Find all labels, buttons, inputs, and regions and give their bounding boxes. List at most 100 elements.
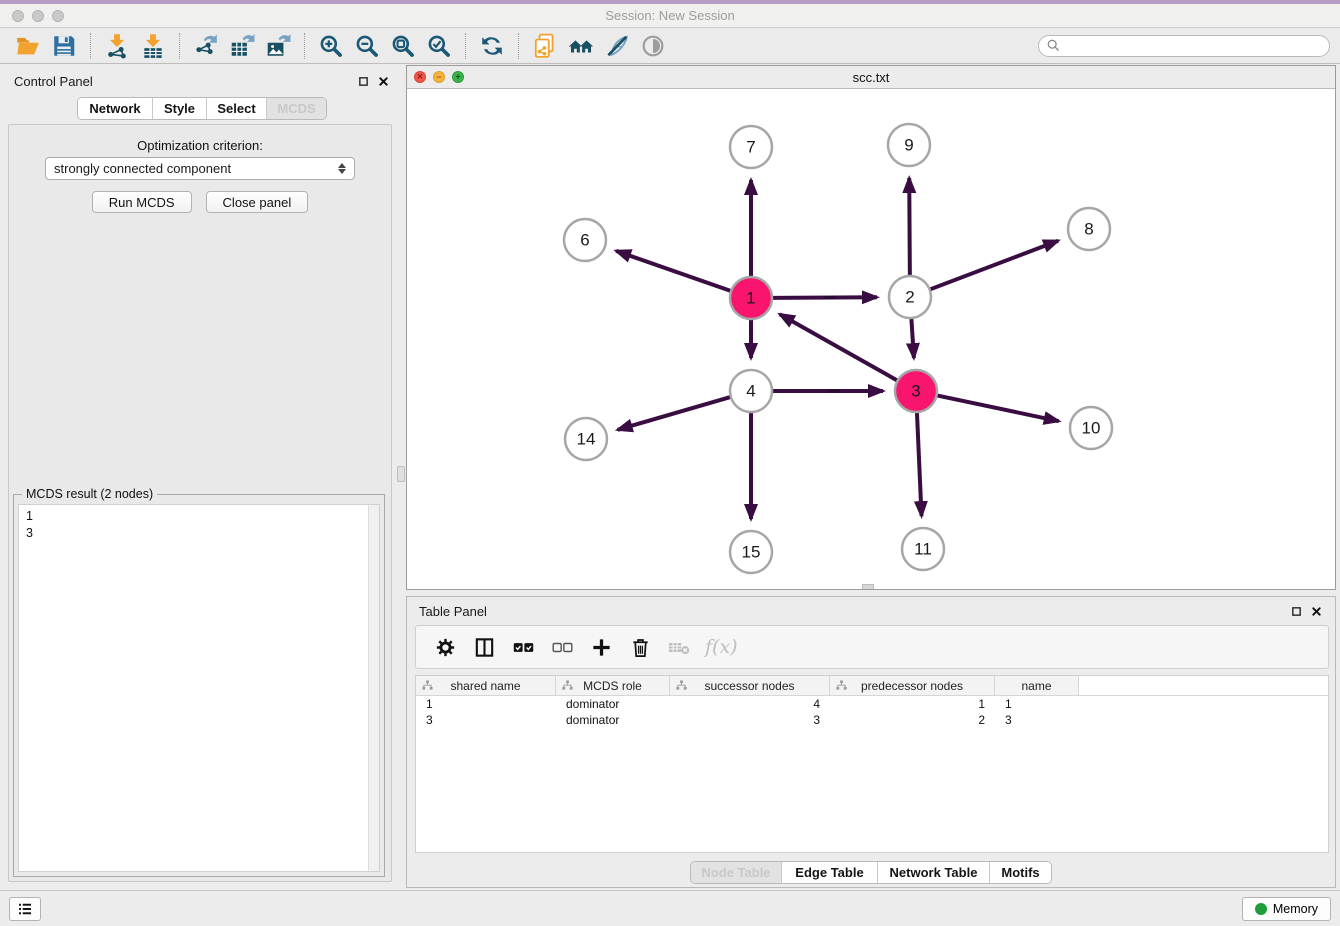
graph-edge-1-6[interactable] xyxy=(616,251,730,291)
column-header-MCDS-role[interactable]: MCDS role xyxy=(556,676,670,695)
tab-node-table[interactable]: Node Table xyxy=(691,862,781,883)
hide-details-icon xyxy=(604,33,630,59)
zoom-out-button[interactable] xyxy=(349,31,385,61)
tab-edge-table[interactable]: Edge Table xyxy=(781,862,877,883)
tab-select[interactable]: Select xyxy=(206,98,266,119)
toolbar-separator xyxy=(518,33,519,59)
search-input[interactable] xyxy=(1065,38,1321,54)
column-header-shared-name[interactable]: shared name xyxy=(416,676,556,695)
close-table-panel-icon[interactable] xyxy=(1310,605,1323,618)
columns-button[interactable] xyxy=(469,632,499,662)
table-toolbar: f(x) xyxy=(415,625,1329,669)
task-history-button[interactable] xyxy=(9,897,41,921)
delete-table-icon xyxy=(668,636,691,659)
float-panel-icon[interactable] xyxy=(357,75,370,88)
delete-column-button[interactable] xyxy=(625,632,655,662)
show-details-button[interactable] xyxy=(635,31,671,61)
table-row[interactable]: 1dominator411 xyxy=(416,696,1328,712)
graph-edge-3-1[interactable] xyxy=(780,314,897,380)
graph-edge-3-11[interactable] xyxy=(917,413,922,516)
graph-edge-2-8[interactable] xyxy=(931,241,1059,289)
toolbar-separator xyxy=(90,33,91,59)
node-table: shared name MCDS rolesuccessor nodesprede… xyxy=(415,675,1329,853)
mcds-panel: Optimization criterion: strongly connect… xyxy=(8,124,392,882)
edge-label xyxy=(828,390,840,393)
zoom-fit-button[interactable] xyxy=(385,31,421,61)
toolbar-separator xyxy=(465,33,466,59)
run-mcds-button[interactable]: Run MCDS xyxy=(92,191,192,213)
deselect-all-icon xyxy=(551,636,574,659)
add-column-button[interactable] xyxy=(586,632,616,662)
criterion-dropdown[interactable]: strongly connected component xyxy=(45,157,355,180)
gear-button[interactable] xyxy=(430,632,460,662)
import-network-button[interactable] xyxy=(99,31,135,61)
zoom-in-icon xyxy=(318,33,344,59)
function-builder-button[interactable]: f(x) xyxy=(705,636,738,658)
toolbar-separator xyxy=(179,33,180,59)
table-cell: 1 xyxy=(995,696,1079,712)
save-button[interactable] xyxy=(46,31,82,61)
home-button[interactable] xyxy=(563,31,599,61)
table-row[interactable]: 3dominator323 xyxy=(416,712,1328,728)
add-column-icon xyxy=(590,636,613,659)
tab-style[interactable]: Style xyxy=(152,98,206,119)
open-folder-button[interactable] xyxy=(10,31,46,61)
zoom-selected-button[interactable] xyxy=(421,31,457,61)
export-table-button[interactable] xyxy=(224,31,260,61)
export-image-button[interactable] xyxy=(260,31,296,61)
float-table-panel-icon[interactable] xyxy=(1290,605,1303,618)
criterion-dropdown-value: strongly connected component xyxy=(54,161,231,176)
network-maximize-button[interactable]: + xyxy=(452,71,464,83)
table-cell: 3 xyxy=(995,712,1079,728)
table-cell: dominator xyxy=(556,712,670,728)
memory-button[interactable]: Memory xyxy=(1242,897,1331,921)
graph-node-label-1: 1 xyxy=(746,289,755,308)
graph-node-label-6: 6 xyxy=(580,231,589,250)
import-network-icon xyxy=(104,33,130,59)
network-minimize-button[interactable]: – xyxy=(433,71,445,83)
export-network-button[interactable] xyxy=(188,31,224,61)
tab-network-table[interactable]: Network Table xyxy=(877,862,989,883)
graph-node-label-3: 3 xyxy=(911,382,920,401)
network-canvas[interactable]: 7968124314101511 xyxy=(407,89,1335,589)
graph-edge-2-3[interactable] xyxy=(911,319,913,358)
graph-edge-2-9[interactable] xyxy=(909,178,910,275)
column-header-successor-nodes[interactable]: successor nodes xyxy=(670,676,830,695)
tab-motifs[interactable]: Motifs xyxy=(989,862,1051,883)
deselect-all-button[interactable] xyxy=(547,632,577,662)
column-header-predecessor-nodes[interactable]: predecessor nodes xyxy=(830,676,995,695)
network-view-window: scc.txt ✕ – + 7968124314101511 xyxy=(406,65,1336,590)
mcds-result-title: MCDS result (2 nodes) xyxy=(22,487,157,501)
column-header-name[interactable]: name xyxy=(995,676,1079,695)
column-header-label: name xyxy=(1021,679,1051,693)
tab-network[interactable]: Network xyxy=(78,98,152,119)
column-header-label: shared name xyxy=(450,679,520,693)
export-network-icon xyxy=(193,33,219,59)
select-all-button[interactable] xyxy=(508,632,538,662)
table-cell: dominator xyxy=(556,696,670,712)
mcds-result-text[interactable]: 1 3 xyxy=(19,505,368,871)
graph-node-label-15: 15 xyxy=(742,543,761,562)
show-details-icon xyxy=(640,33,666,59)
zoom-in-button[interactable] xyxy=(313,31,349,61)
graph-edge-4-14[interactable] xyxy=(618,397,730,430)
panel-splitter-handle[interactable] xyxy=(397,466,405,482)
zoom-out-icon xyxy=(354,33,380,59)
graph-edge-3-10[interactable] xyxy=(938,396,1059,422)
graph-node-label-11: 11 xyxy=(914,540,932,559)
search-field[interactable] xyxy=(1038,35,1330,57)
tab-mcds[interactable]: MCDS xyxy=(266,98,326,119)
close-panel-button[interactable]: Close panel xyxy=(206,191,309,213)
close-panel-icon[interactable] xyxy=(377,75,390,88)
delete-table-button[interactable] xyxy=(664,632,694,662)
refresh-button[interactable] xyxy=(474,31,510,61)
select-all-icon xyxy=(512,636,535,659)
network-close-button[interactable]: ✕ xyxy=(414,71,426,83)
canvas-resize-handle[interactable] xyxy=(862,584,874,589)
table-tabs: Node TableEdge TableNetwork TableMotifs xyxy=(690,861,1052,884)
result-scrollbar[interactable] xyxy=(368,505,379,871)
import-table-button[interactable] xyxy=(135,31,171,61)
copy-network-button[interactable] xyxy=(527,31,563,61)
hide-details-button[interactable] xyxy=(599,31,635,61)
graph-node-label-7: 7 xyxy=(746,138,755,157)
